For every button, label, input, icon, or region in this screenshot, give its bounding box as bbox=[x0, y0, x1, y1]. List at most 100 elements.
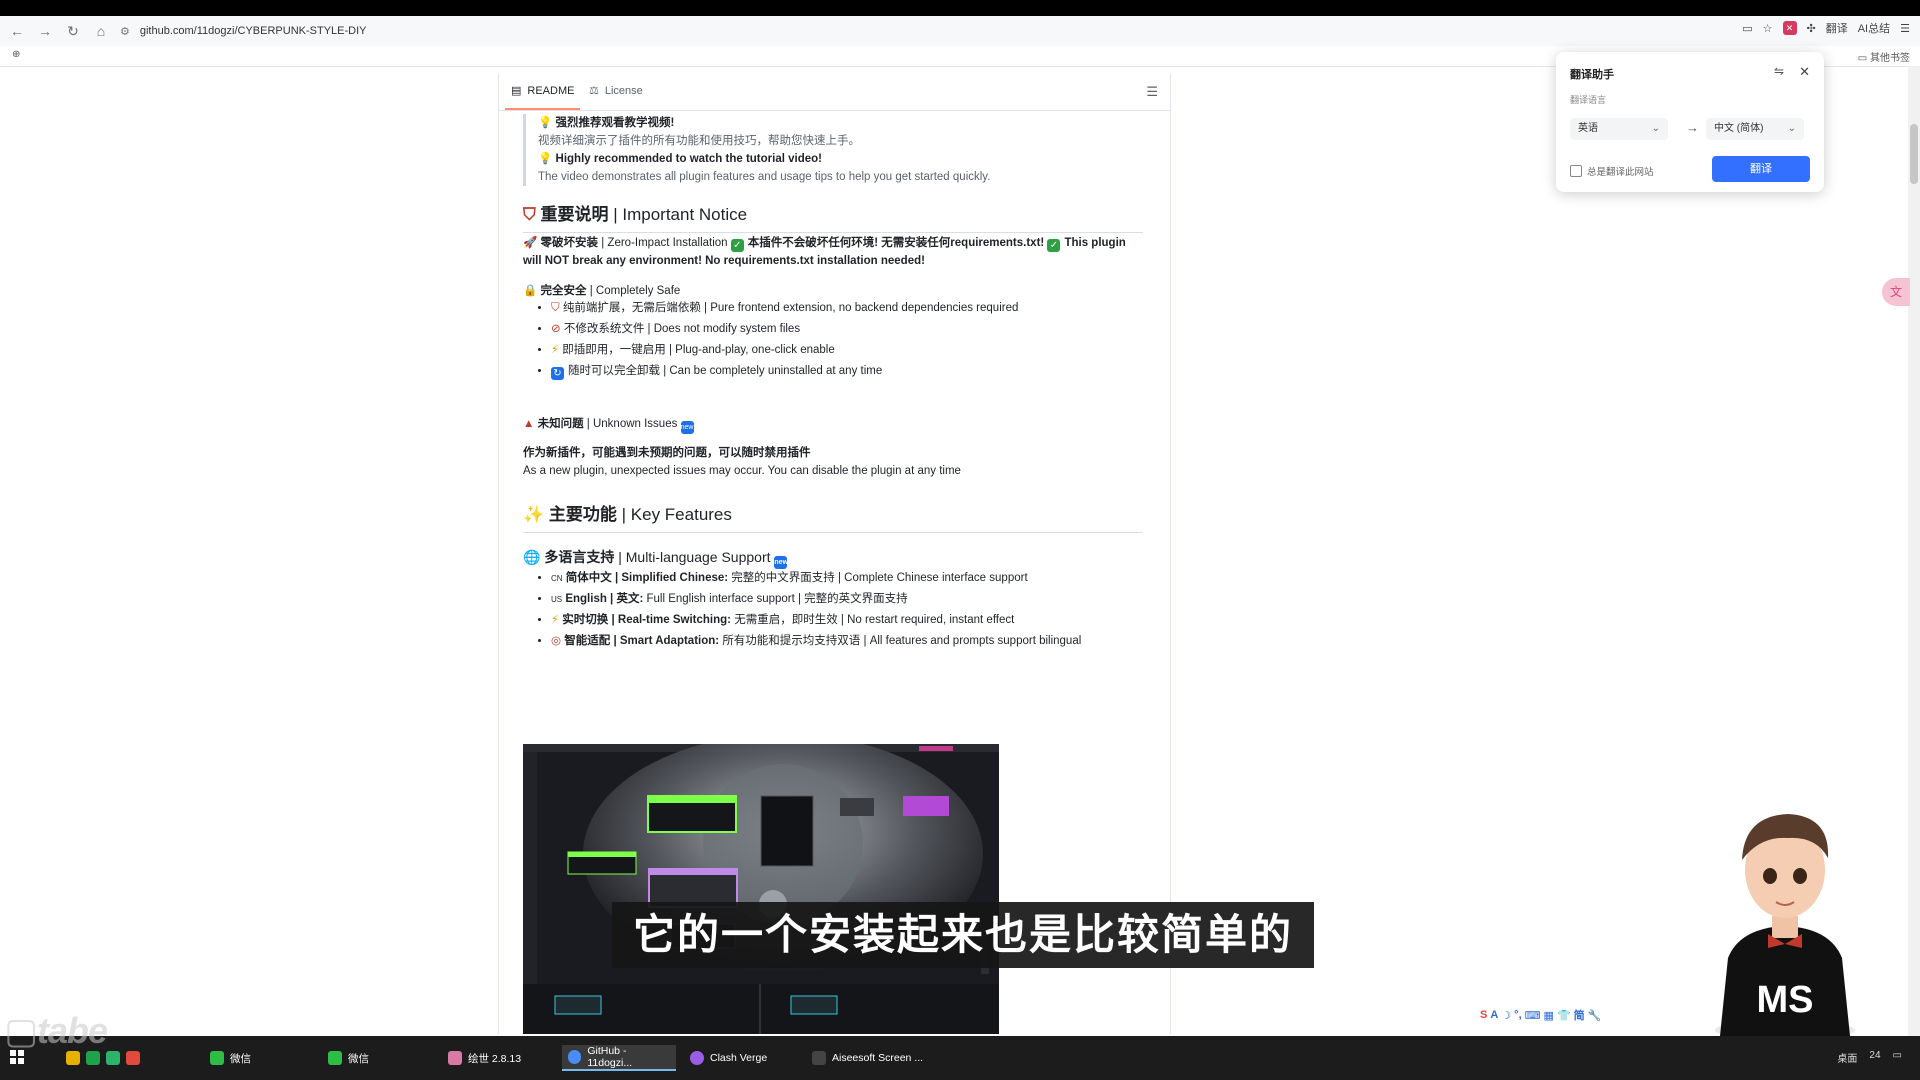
translate-float-icon[interactable]: 文 bbox=[1882, 278, 1910, 306]
sogou-s-icon[interactable]: S bbox=[1480, 1009, 1487, 1021]
feature-label: English | 英文: bbox=[565, 593, 644, 605]
source-language-select[interactable]: 英语 ⌄ bbox=[1570, 118, 1668, 140]
lightning-icon: ⚡ bbox=[551, 344, 560, 356]
safe-item-text: 即插即用，一键启用 | Plug-and-play, one-click ena… bbox=[562, 344, 835, 356]
windows-start-icon[interactable] bbox=[10, 1050, 24, 1064]
app-icon[interactable] bbox=[86, 1051, 100, 1065]
reload-icon[interactable]: ↻ bbox=[62, 20, 84, 42]
multilang-en: | Multi-language Support bbox=[618, 549, 771, 565]
taskbar-label: 绘世 2.8.13 bbox=[468, 1052, 522, 1065]
taskbar-item-wechat[interactable]: 微信 bbox=[322, 1045, 444, 1071]
checkbox-box[interactable] bbox=[1570, 165, 1582, 177]
puzzle-icon[interactable]: ✣ bbox=[1807, 22, 1816, 35]
translate-ext-button[interactable]: 翻译 bbox=[1826, 20, 1848, 36]
features-heading-cn: 主要功能 bbox=[548, 505, 617, 524]
feature-label: 智能适配 | Smart Adaptation: bbox=[564, 635, 720, 647]
menu-icon[interactable]: ☰ bbox=[1900, 22, 1910, 35]
app-icon[interactable] bbox=[106, 1051, 120, 1065]
screen-cast-icon[interactable]: ▭ bbox=[1742, 22, 1752, 35]
safe-list: ⛉ 纯前端扩展，无需后端依赖 | Pure frontend extension… bbox=[535, 298, 1151, 382]
back-icon[interactable]: ← bbox=[6, 20, 28, 42]
ime-toolbar: S A ☽ °, ⌨ ▦ 👕 简 🔧 bbox=[1480, 1006, 1601, 1024]
ai-summary-button[interactable]: AI总结 bbox=[1858, 20, 1890, 36]
lightning-icon: ⚡ bbox=[551, 614, 560, 626]
address-bar[interactable]: ⚙ github.com/11dogzi/CYBERPUNK-STYLE-DIY bbox=[120, 20, 1640, 42]
tab-readme[interactable]: ▤ README bbox=[504, 84, 581, 110]
ime-punct-icon[interactable]: °, bbox=[1514, 1009, 1521, 1021]
feature-text: 所有功能和提示均支持双语 | All features and prompts … bbox=[722, 635, 1082, 647]
avatar-shirt-text: MS bbox=[1757, 979, 1814, 1021]
chrome-icon bbox=[568, 1050, 582, 1064]
flag-cn-icon: CN bbox=[551, 574, 563, 583]
taskbar-item-clash[interactable]: Clash Verge bbox=[684, 1045, 808, 1071]
keyboard-icon[interactable]: ⌨ bbox=[1525, 1009, 1541, 1022]
desktop-label[interactable]: 桌面 bbox=[1837, 1050, 1857, 1065]
warning-icon: ▲ bbox=[523, 418, 535, 430]
plugin-screenshot-image bbox=[523, 744, 999, 1034]
globe-icon: 🌐 bbox=[523, 549, 541, 565]
tutorial-quote: 💡 强烈推荐观看教学视频! 视频详细演示了插件的所有功能和使用技巧，帮助您快速上… bbox=[523, 114, 1138, 186]
translator-subtitle: 翻译语言 bbox=[1570, 95, 1607, 105]
page-scrollbar[interactable] bbox=[1908, 66, 1920, 1036]
feature-list: CN 简体中文 | Simplified Chinese: 完整的中文界面支持 … bbox=[535, 568, 1151, 652]
arrow-right-icon: → bbox=[1686, 120, 1699, 135]
outline-icon[interactable]: ☰ bbox=[1146, 84, 1158, 100]
cyberpunk-ui-illustration bbox=[523, 744, 999, 1034]
browser-toolbar: ← → ↻ ⌂ ⚙ github.com/11dogzi/CYBERPUNK-S… bbox=[0, 16, 1920, 46]
chevron-down-icon: ⌄ bbox=[1651, 123, 1660, 134]
feature-text: 完整的中文界面支持 | Complete Chinese interface s… bbox=[731, 572, 1028, 584]
source-language-value: 英语 bbox=[1578, 123, 1598, 134]
target-icon: ◎ bbox=[551, 635, 562, 647]
safe-cn: 完全安全 bbox=[540, 285, 587, 297]
other-bookmarks-label: 其他书签 bbox=[1870, 53, 1910, 64]
refresh-icon: ↻ bbox=[551, 367, 564, 380]
presenter-avatar: MS bbox=[1700, 798, 1870, 1040]
chevron-down-icon: ⌄ bbox=[1787, 123, 1796, 134]
forward-icon[interactable]: → bbox=[34, 20, 56, 42]
zero-impact-text-cn: 本插件不会破坏任何环境! 无需安装任何requirements.txt! bbox=[747, 237, 1045, 249]
taskbar-item-github[interactable]: GitHub - 11dogzi... bbox=[562, 1045, 676, 1071]
zero-impact-en: | Zero-Impact Installation bbox=[601, 237, 728, 249]
close-icon[interactable]: ✕ bbox=[1799, 64, 1810, 80]
taskbar-item-wechat[interactable]: 微信 bbox=[204, 1045, 326, 1071]
check-icon: ✓ bbox=[730, 239, 744, 252]
unknown-text-cn: 作为新插件，可能遇到未预期的问题，可以随时禁用插件 bbox=[523, 447, 811, 459]
ime-simplified-icon[interactable]: 简 bbox=[1574, 1007, 1585, 1023]
app-icon[interactable] bbox=[126, 1051, 140, 1065]
settings-sliders-icon[interactable]: ⇋ bbox=[1774, 64, 1784, 78]
site-info-icon[interactable]: ⚙ bbox=[120, 25, 130, 38]
bookmark-app-icon[interactable]: ⊕ bbox=[12, 49, 20, 60]
taskbar-label: Aiseesoft Screen ... bbox=[832, 1052, 924, 1064]
extension-icon[interactable]: ✕ bbox=[1782, 21, 1797, 35]
shirt-icon[interactable]: 👕 bbox=[1557, 1009, 1571, 1022]
scrollbar-thumb[interactable] bbox=[1910, 124, 1918, 184]
tab-license-label: License bbox=[604, 84, 643, 97]
translate-button[interactable]: 翻译 bbox=[1712, 156, 1810, 182]
notice-heading-cn: 重要说明 bbox=[540, 205, 609, 224]
notification-icon[interactable]: ▭ bbox=[1893, 1050, 1902, 1065]
shield-icon: ⛉ bbox=[551, 302, 560, 314]
wrench-icon[interactable]: 🔧 bbox=[1588, 1009, 1602, 1022]
quote-line-2: 视频详细演示了插件的所有功能和使用技巧，帮助您快速上手。 bbox=[538, 135, 860, 147]
lightbulb-icon: 💡 bbox=[538, 117, 553, 129]
home-icon[interactable]: ⌂ bbox=[90, 20, 112, 42]
taskbar-item-huishi[interactable]: 绘世 2.8.13 bbox=[442, 1045, 564, 1071]
list-item: ⊘ 不修改系统文件 | Does not modify system files bbox=[551, 319, 1151, 340]
list-item: ◎ 智能适配 | Smart Adaptation: 所有功能和提示均支持双语 … bbox=[551, 631, 1151, 652]
tab-license[interactable]: ⚖ License bbox=[589, 84, 643, 98]
always-translate-checkbox[interactable]: 总是翻译此网站 bbox=[1570, 164, 1654, 178]
taskbar-item-aiseesoft[interactable]: Aiseesoft Screen ... bbox=[806, 1045, 938, 1071]
bookmark-star-icon[interactable]: ☆ bbox=[1763, 22, 1773, 35]
list-item: ⚡ 即插即用，一键启用 | Plug-and-play, one-click e… bbox=[551, 340, 1151, 361]
ime-grid-icon[interactable]: ▦ bbox=[1544, 1009, 1554, 1022]
target-language-select[interactable]: 中文 (简体) ⌄ bbox=[1706, 118, 1804, 140]
target-language-value: 中文 (简体) bbox=[1714, 123, 1764, 134]
other-bookmarks[interactable]: ▭ 其他书签 bbox=[1858, 49, 1910, 64]
unknown-cn: 未知问题 bbox=[537, 418, 584, 430]
ime-moon-icon[interactable]: ☽ bbox=[1501, 1009, 1511, 1022]
explorer-icon[interactable] bbox=[66, 1051, 80, 1065]
recorder-icon bbox=[812, 1051, 826, 1065]
browser-right-tools: ▭ ☆ ✕ ✣ 翻译 AI总结 ☰ bbox=[1742, 20, 1910, 36]
zero-impact-text-en-1: This bbox=[1064, 237, 1089, 249]
ime-a-icon[interactable]: A bbox=[1490, 1009, 1498, 1021]
